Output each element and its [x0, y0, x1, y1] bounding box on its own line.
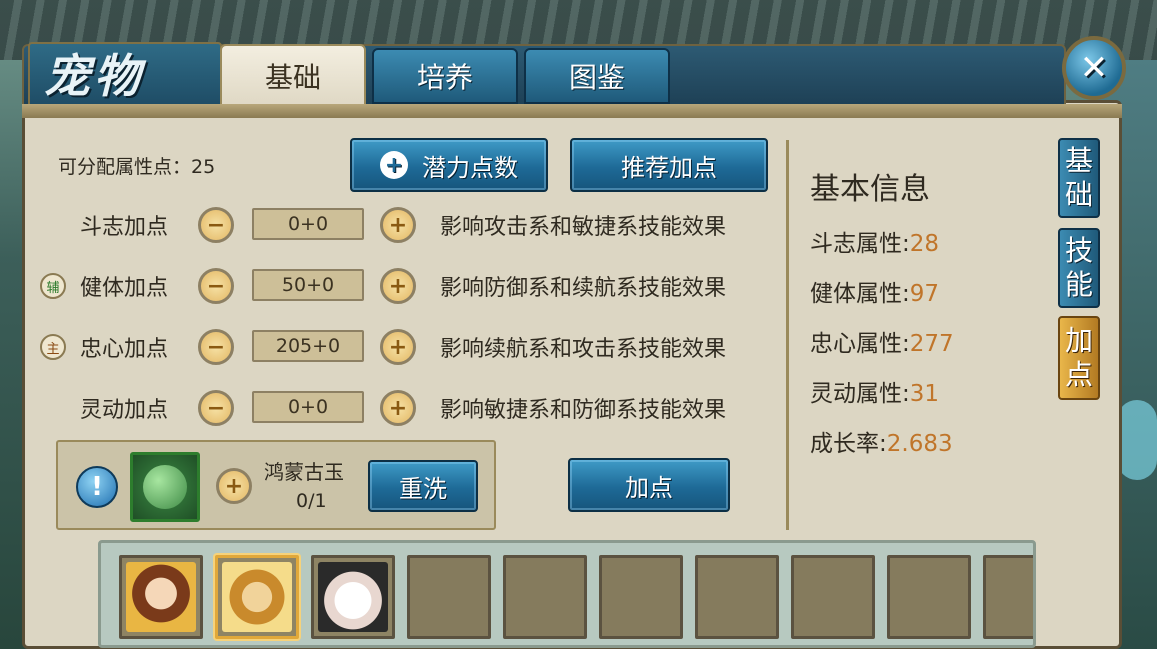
plus-button[interactable]: +: [380, 207, 416, 243]
row-description: 影响防御系和续航系技能效果: [440, 276, 727, 301]
info-value: 28: [909, 231, 940, 257]
row-label: 灵动加点: [80, 398, 169, 423]
row-label: 斗志加点: [80, 215, 169, 240]
add-points-button[interactable]: 加点: [568, 458, 730, 512]
minus-button[interactable]: −: [198, 329, 234, 365]
side-tab-char: 技: [1064, 234, 1093, 267]
row-description: 影响敏捷系和防御系技能效果: [440, 398, 727, 423]
item-count: 0/1: [296, 490, 327, 512]
side-tab-char: 能: [1064, 268, 1093, 301]
info-label: 成长率:: [810, 431, 887, 457]
pet-avatar: [318, 562, 388, 632]
close-button[interactable]: ✕: [1062, 36, 1126, 100]
pet-slot-3[interactable]: [311, 555, 395, 639]
info-value: 277: [909, 331, 954, 357]
row-value: 205+0: [252, 330, 364, 362]
plus-icon: +: [380, 151, 408, 179]
info-line-agility: 灵动属性:31: [810, 374, 939, 408]
pet-list-bar: [98, 540, 1036, 648]
side-tab-char: 基: [1064, 144, 1093, 177]
header-ornament: [22, 104, 1122, 118]
pet-slot-empty[interactable]: [695, 555, 779, 639]
minus-button[interactable]: −: [198, 207, 234, 243]
minus-button[interactable]: −: [198, 268, 234, 304]
info-label: 斗志属性:: [810, 231, 910, 257]
side-tab-char: 础: [1064, 178, 1093, 211]
info-line-growth: 成长率:2.683: [810, 424, 953, 458]
primary-badge: 主: [40, 334, 66, 360]
row-value: 0+0: [252, 208, 364, 240]
add-item-button[interactable]: +: [216, 468, 252, 504]
recommend-points-label: 推荐加点: [621, 153, 717, 182]
minus-icon: −: [206, 273, 226, 299]
potential-points-button[interactable]: + 潜力点数: [350, 138, 548, 192]
pet-avatar: [126, 562, 196, 632]
plus-icon: +: [224, 473, 244, 499]
info-value: 97: [909, 281, 940, 307]
info-line-body: 健体属性:97: [810, 274, 939, 308]
plus-icon: +: [388, 334, 408, 360]
pet-slot-empty[interactable]: [407, 555, 491, 639]
recommend-points-button[interactable]: 推荐加点: [570, 138, 768, 192]
info-label: 灵动属性:: [810, 381, 910, 407]
side-tab-char: 加: [1064, 324, 1093, 357]
pet-slot-empty[interactable]: [599, 555, 683, 639]
tab-catalog[interactable]: 图鉴: [524, 48, 670, 104]
close-icon: ✕: [1079, 48, 1109, 88]
pet-slot-1[interactable]: [119, 555, 203, 639]
minus-icon: −: [206, 395, 226, 421]
pet-avatar: [222, 562, 292, 632]
info-value: 31: [909, 381, 940, 407]
section-divider: [786, 140, 789, 530]
side-tab-char: 点: [1064, 358, 1093, 391]
plus-button[interactable]: +: [380, 329, 416, 365]
row-label: 健体加点: [80, 276, 169, 301]
info-icon[interactable]: !: [76, 466, 118, 508]
pet-slot-empty[interactable]: [983, 555, 1033, 639]
add-points-label: 加点: [625, 473, 673, 502]
info-value: 2.683: [886, 431, 953, 457]
jade-item-slot[interactable]: [130, 452, 200, 522]
pet-slot-2[interactable]: [215, 555, 299, 639]
window-title: 宠物: [44, 49, 144, 103]
reset-item-box: ! + 鸿蒙古玉 0/1 重洗: [56, 440, 496, 530]
plus-icon: +: [388, 273, 408, 299]
side-tab-skills[interactable]: 技 能: [1058, 228, 1100, 308]
info-label: 健体属性:: [810, 281, 910, 307]
minus-icon: −: [206, 334, 226, 360]
row-value: 50+0: [252, 269, 364, 301]
row-description: 影响攻击系和敏捷系技能效果: [440, 215, 727, 240]
info-line-loyalty: 忠心属性:277: [810, 324, 954, 358]
plus-icon: +: [388, 212, 408, 238]
row-label: 忠心加点: [80, 337, 169, 362]
attribute-row-agility: 灵动加点 − 0+0 + 影响敏捷系和防御系技能效果: [40, 388, 760, 428]
secondary-badge: 辅: [40, 273, 66, 299]
tab-train[interactable]: 培养: [372, 48, 518, 104]
item-name: 鸿蒙古玉: [264, 460, 344, 484]
info-line-spirit: 斗志属性:28: [810, 224, 939, 258]
minus-icon: −: [206, 212, 226, 238]
info-label: 忠心属性:: [810, 331, 910, 357]
side-tab-add-points[interactable]: 加 点: [1058, 316, 1100, 400]
jade-icon: [143, 465, 187, 509]
side-tab-basic[interactable]: 基 础: [1058, 138, 1100, 218]
pet-slot-empty[interactable]: [887, 555, 971, 639]
attribute-row-body: 辅 健体加点 − 50+0 + 影响防御系和续航系技能效果: [40, 266, 760, 306]
row-value: 0+0: [252, 391, 364, 423]
row-description: 影响续航系和攻击系技能效果: [440, 337, 727, 362]
info-title: 基本信息: [810, 172, 930, 207]
pet-slot-empty[interactable]: [503, 555, 587, 639]
attribute-row-spirit: 斗志加点 − 0+0 + 影响攻击系和敏捷系技能效果: [40, 205, 760, 245]
plus-icon: +: [388, 395, 408, 421]
plus-button[interactable]: +: [380, 390, 416, 426]
assignable-points: 可分配属性点：25: [58, 156, 216, 178]
tab-basic[interactable]: 基础: [220, 44, 366, 108]
pet-slot-empty[interactable]: [791, 555, 875, 639]
potential-points-label: 潜力点数: [422, 153, 518, 182]
minus-button[interactable]: −: [198, 390, 234, 426]
attribute-row-loyalty: 主 忠心加点 − 205+0 + 影响续航系和攻击系技能效果: [40, 327, 760, 367]
plus-button[interactable]: +: [380, 268, 416, 304]
reset-label: 重洗: [399, 474, 447, 503]
reset-button[interactable]: 重洗: [368, 460, 478, 512]
